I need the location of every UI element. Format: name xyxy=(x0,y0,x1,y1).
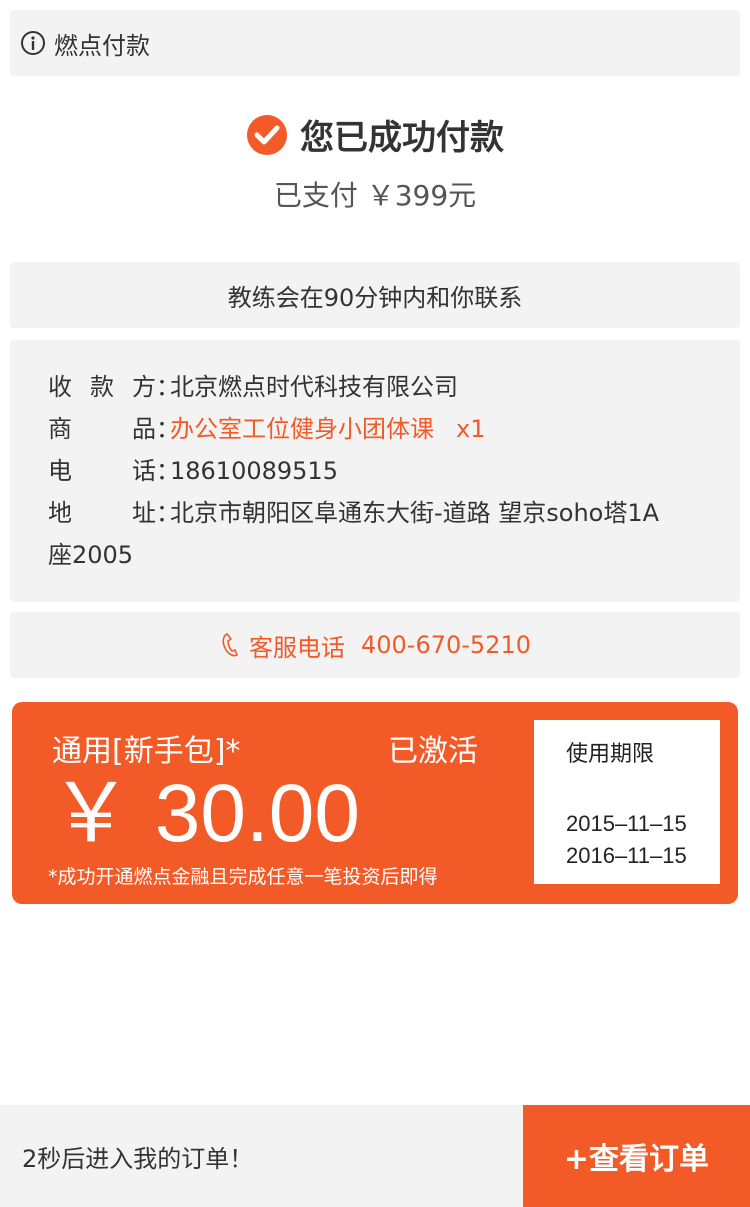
coupon-name: 通用[新手包]* xyxy=(52,734,241,769)
product-label: 商品 xyxy=(48,415,156,443)
page-header: 燃点付款 xyxy=(10,10,740,76)
colon: ： xyxy=(156,415,180,443)
coupon-card: 通用[新手包]* 已激活 ￥ 30.00 *成功开通燃点金融且完成任意一笔投资后… xyxy=(12,702,738,904)
page-title: 燃点付款 xyxy=(54,31,150,60)
coach-contact-notice: 教练会在90分钟内和你联系 xyxy=(10,262,740,328)
service-label: 客服电话 xyxy=(248,633,345,662)
paid-amount: 已支付 ￥399元 xyxy=(273,179,477,212)
colon: ： xyxy=(156,499,180,527)
validity-start-date: 2015–11–15 xyxy=(566,811,687,836)
service-number[interactable]: 400-670-5210 xyxy=(361,631,531,659)
coupon-status: 已激活 xyxy=(388,734,478,769)
payee-label: 收款方 xyxy=(48,373,156,401)
redirect-countdown: 2秒后进入我的订单！ xyxy=(0,1105,523,1207)
address-value: 北京市朝阳区阜通东大街-道路 望京soho塔1A xyxy=(170,499,660,527)
info-icon xyxy=(20,30,46,56)
coupon-amount: ￥ 30.00 xyxy=(50,768,360,859)
order-details: 收款方 ： 北京燃点时代科技有限公司 商品 ： 办公室工位健身小团体课 x1 电话… xyxy=(10,340,740,602)
validity-end-date: 2016–11–15 xyxy=(566,843,687,868)
phone-icon xyxy=(219,632,241,658)
colon: ： xyxy=(156,373,180,401)
product-quantity: x1 xyxy=(456,415,486,443)
detail-row-address: 地址 ： 北京市朝阳区阜通东大街-道路 望京soho塔1A xyxy=(48,492,702,534)
product-value: 办公室工位健身小团体课 xyxy=(170,415,434,443)
colon: ： xyxy=(156,457,180,485)
footer-bar: 2秒后进入我的订单！ +查看订单 xyxy=(0,1105,750,1207)
view-orders-button[interactable]: +查看订单 xyxy=(523,1105,750,1207)
address-label: 地址 xyxy=(48,499,156,527)
check-circle-icon xyxy=(246,114,288,156)
phone-label: 电话 xyxy=(48,457,156,485)
payee-value: 北京燃点时代科技有限公司 xyxy=(170,373,458,401)
success-message: 您已成功付款 xyxy=(300,118,504,158)
coupon-validity: 使用期限 2015–11–15 2016–11–15 xyxy=(534,720,720,884)
detail-row-phone: 电话 ： 18610089515 xyxy=(48,450,702,492)
validity-label: 使用期限 xyxy=(566,742,655,767)
coupon-note: *成功开通燃点金融且完成任意一笔投资后即得 xyxy=(48,866,438,888)
detail-row-product: 商品 ： 办公室工位健身小团体课 x1 xyxy=(48,408,702,450)
address-continuation: 座2005 xyxy=(48,541,134,569)
payment-success: 您已成功付款 xyxy=(0,110,750,159)
customer-service-phone[interactable]: 客服电话 400-670-5210 xyxy=(10,612,740,678)
detail-row-payee: 收款方 ： 北京燃点时代科技有限公司 xyxy=(48,366,702,408)
phone-value: 18610089515 xyxy=(170,457,338,485)
